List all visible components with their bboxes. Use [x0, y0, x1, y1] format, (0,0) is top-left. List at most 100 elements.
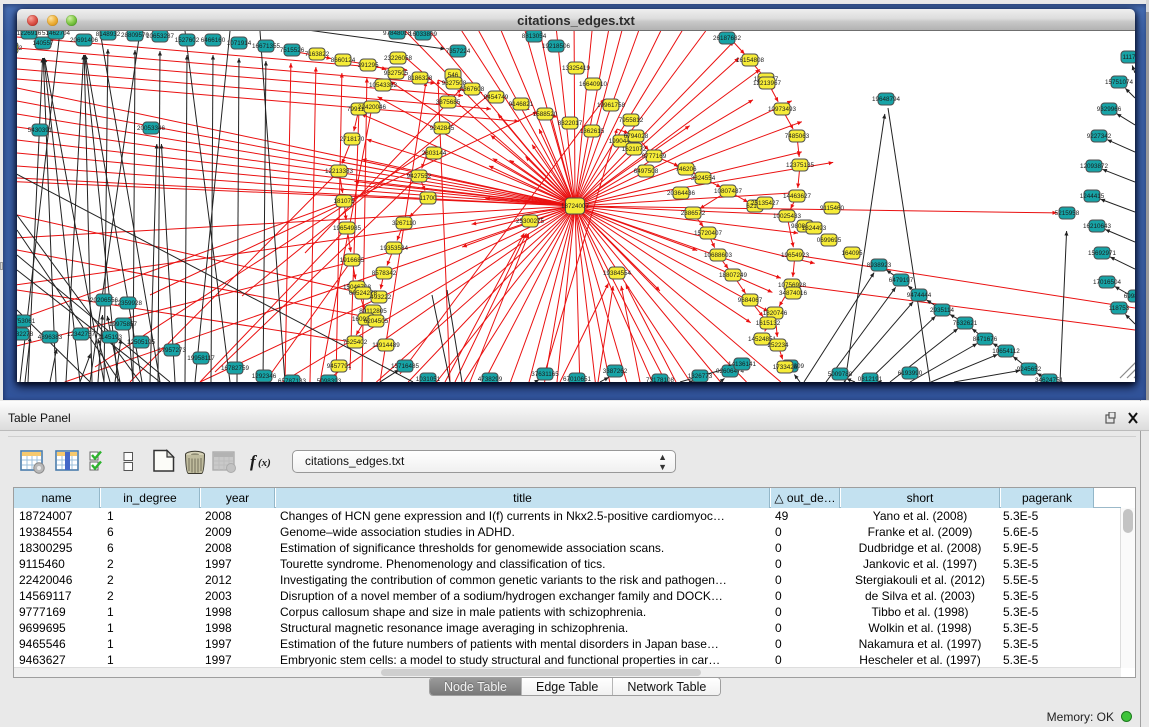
svg-text:15716485: 15716485 [391, 363, 420, 370]
svg-text:9777169: 9777169 [642, 153, 667, 160]
svg-text:67010651: 67010651 [563, 376, 592, 382]
svg-text:9684067: 9684067 [738, 297, 763, 304]
svg-text:14463627: 14463627 [783, 193, 812, 200]
svg-text:7625402: 7625402 [343, 339, 368, 346]
svg-text:3267110: 3267110 [392, 220, 417, 227]
svg-text:2803144: 2803144 [422, 150, 447, 157]
svg-text:5215958: 5215958 [1055, 210, 1080, 217]
svg-text:2386572: 2386572 [681, 210, 706, 217]
svg-text:16154808: 16154808 [736, 57, 765, 64]
svg-text:37631165: 37631165 [531, 371, 559, 378]
svg-text:f: f [250, 452, 258, 471]
svg-text:12375135: 12375135 [786, 162, 815, 169]
svg-text:4738299: 4738299 [478, 376, 503, 382]
svg-text:10025433: 10025433 [773, 213, 802, 220]
svg-text:1621072: 1621072 [622, 146, 647, 153]
svg-text:1824493: 1824493 [802, 225, 827, 232]
svg-text:1226916: 1226916 [17, 31, 42, 37]
svg-text:18724007: 18724007 [561, 203, 590, 210]
svg-text:3387262: 3387262 [603, 368, 628, 375]
svg-text:1753061: 1753061 [17, 318, 36, 325]
svg-text:12505195: 12505195 [127, 339, 156, 346]
svg-text:15751074: 15751074 [1105, 79, 1134, 86]
svg-text:8938923: 8938923 [867, 262, 892, 269]
svg-text:8148932: 8148932 [96, 31, 121, 38]
svg-text:10654112: 10654112 [992, 348, 1020, 355]
svg-text:19218506: 19218506 [542, 43, 571, 50]
svg-text:9474444: 9474444 [907, 292, 932, 299]
svg-text:7485063: 7485063 [785, 133, 810, 140]
svg-text:1326773: 1326773 [688, 373, 713, 380]
svg-text:746206: 746206 [675, 166, 697, 173]
svg-text:25135427: 25135427 [751, 200, 780, 207]
svg-text:6998543: 6998543 [1124, 293, 1135, 300]
svg-text:1145193: 1145193 [98, 334, 123, 341]
svg-text:16033809: 16033809 [409, 31, 438, 38]
svg-text:20053346: 20053346 [137, 125, 166, 132]
svg-text:6193990: 6193990 [898, 370, 923, 377]
svg-text:1292346: 1292346 [252, 373, 277, 380]
svg-text:0699695: 0699695 [817, 237, 842, 244]
svg-text:11914489: 11914489 [372, 342, 400, 349]
svg-text:19648794: 19648794 [872, 96, 901, 103]
svg-text:16210643: 16210643 [1083, 223, 1112, 230]
svg-text:11700: 11700 [419, 195, 437, 202]
svg-text:3158692: 3158692 [17, 45, 23, 52]
svg-text:18807249: 18807249 [719, 272, 748, 279]
svg-text:7357224: 7357224 [446, 48, 471, 55]
svg-text:7163822: 7163822 [305, 51, 330, 58]
svg-text:10688603: 10688603 [704, 252, 733, 259]
svg-text:6204505: 6204505 [364, 318, 389, 325]
svg-text:181075: 181075 [333, 198, 355, 205]
svg-text:26187682: 26187682 [713, 35, 742, 42]
svg-text:5430391: 5430391 [28, 127, 53, 134]
svg-text:1820746: 1820746 [763, 310, 788, 317]
svg-text:16671355: 16671355 [252, 43, 281, 50]
svg-text:1031051: 1031051 [416, 376, 441, 382]
svg-text:34874016: 34874016 [779, 290, 808, 297]
svg-text:10973493: 10973493 [768, 106, 797, 113]
svg-text:16782759: 16782759 [221, 365, 250, 372]
svg-text:97848018: 97848018 [383, 31, 412, 37]
svg-text:6479197: 6479197 [889, 277, 914, 284]
svg-text:7182278: 7182278 [17, 331, 34, 338]
svg-text:118753: 118753 [1109, 305, 1130, 312]
svg-text:14136141: 14136141 [728, 361, 757, 368]
svg-text:8186328: 8186328 [408, 75, 433, 82]
svg-text:9115460: 9115460 [820, 205, 845, 212]
svg-text:19384554: 19384554 [603, 270, 632, 277]
svg-text:19958117: 19958117 [187, 355, 215, 362]
svg-text:23226058: 23226058 [384, 55, 413, 62]
svg-text:10543382: 10543382 [369, 82, 398, 89]
svg-text:10653287: 10653287 [146, 33, 175, 40]
svg-text:65787133: 65787133 [278, 378, 307, 382]
svg-text:252234: 252234 [767, 342, 789, 349]
svg-text:9146821: 9146821 [509, 101, 534, 108]
svg-text:34624751: 34624751 [1035, 377, 1064, 382]
svg-text:15692971: 15692971 [1088, 250, 1117, 257]
svg-text:(x): (x) [258, 457, 271, 469]
svg-text:1071914: 1071914 [227, 40, 252, 47]
svg-text:1733426: 1733426 [773, 364, 798, 371]
svg-text:9242845: 9242845 [430, 125, 455, 132]
svg-text:20691406: 20691406 [70, 37, 99, 44]
svg-text:391295: 391295 [357, 62, 379, 69]
svg-text:5009788: 5009788 [828, 371, 853, 378]
svg-text:1916685: 1916685 [340, 257, 365, 264]
svg-text:1117: 1117 [1122, 54, 1135, 61]
svg-text:22420046: 22420046 [358, 104, 387, 111]
svg-text:5098393: 5098393 [317, 378, 342, 382]
svg-text:9227342: 9227342 [1087, 133, 1112, 140]
svg-text:12342757: 12342757 [67, 331, 96, 338]
svg-text:1588520: 1588520 [533, 111, 558, 118]
svg-text:164095: 164095 [841, 250, 863, 257]
svg-text:9327505: 9327505 [384, 70, 409, 77]
svg-text:15720407: 15720407 [694, 230, 723, 237]
svg-text:9427552: 9427552 [407, 173, 432, 180]
svg-text:10961758: 10961758 [597, 102, 626, 109]
svg-text:140557: 140557 [32, 40, 54, 47]
svg-text:1244415: 1244415 [1080, 193, 1105, 200]
svg-text:8322017: 8322017 [558, 120, 583, 127]
svg-text:16640910: 16640910 [579, 81, 608, 88]
svg-text:6497508: 6497508 [634, 168, 659, 175]
